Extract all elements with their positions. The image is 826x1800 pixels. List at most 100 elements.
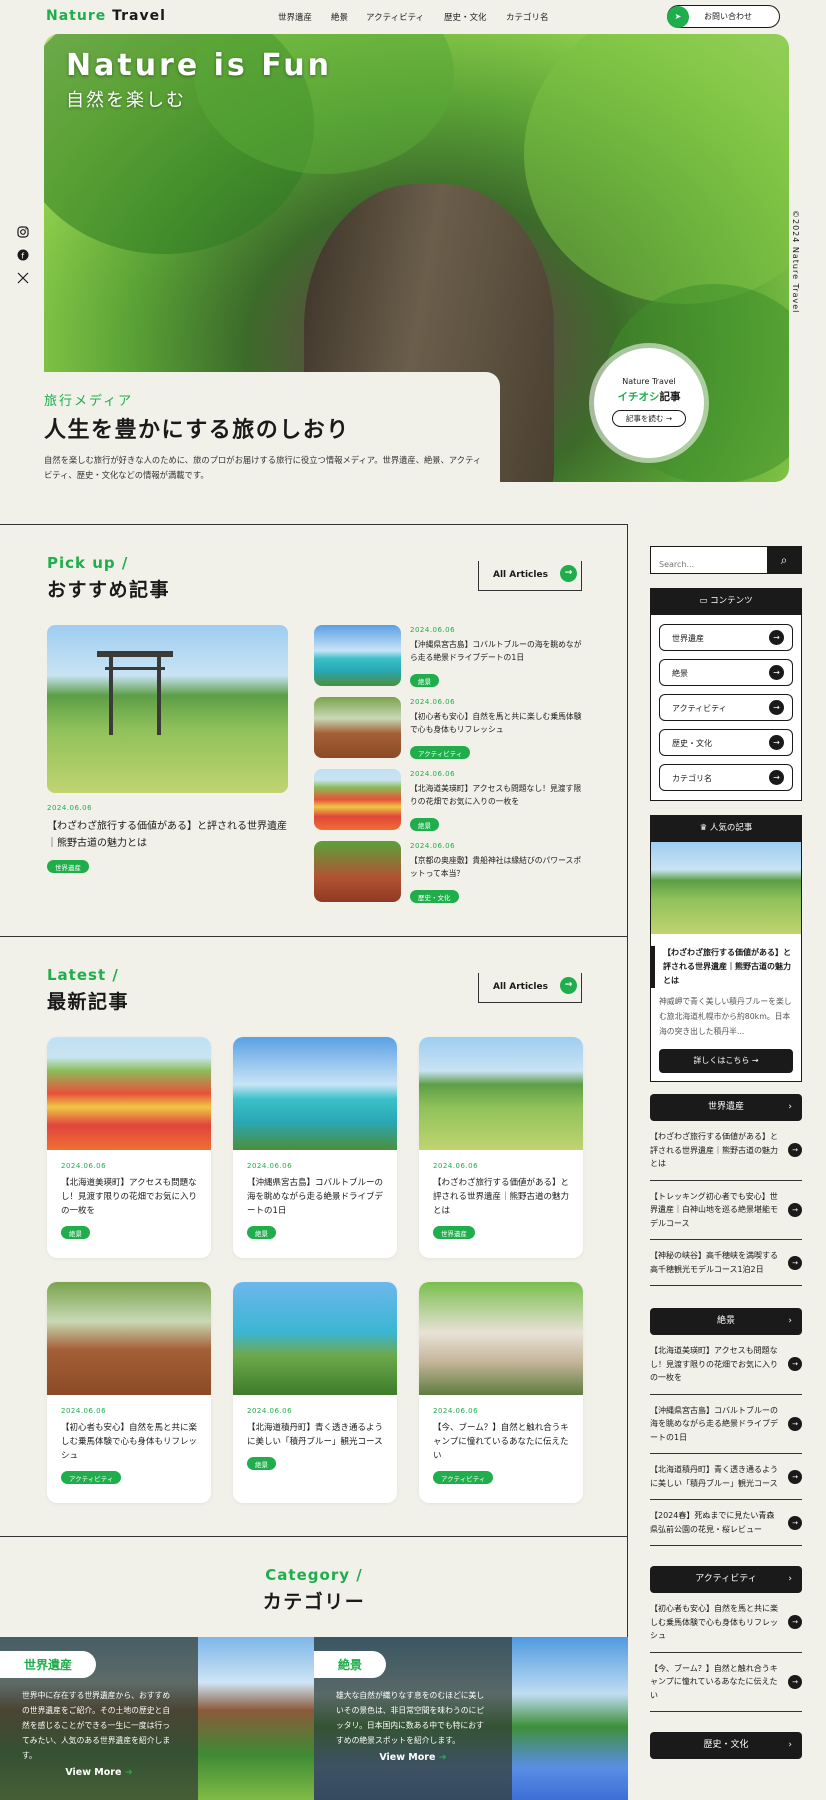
- read-article-label: 記事を読む: [625, 414, 664, 423]
- sidebar-article[interactable]: 【神秘の峡谷】高千穂峡を満喫する高千穂観光モデルコース1泊2日 →: [650, 1240, 802, 1286]
- article-card[interactable]: 2024.06.06 【沖縄県宮古島】コバルトブルーの海を眺めながら走る絶景ドライ…: [233, 1037, 397, 1258]
- pickup-item-image[interactable]: [314, 769, 401, 830]
- category-card-name: 世界遺産: [0, 1651, 97, 1678]
- sidebar-article[interactable]: 【2024春】死ぬまでに見たい青森県弘前公園の花見・桜レビュー →: [650, 1500, 802, 1546]
- sidebar-article-title: 【トレッキング初心者でも安心】世界遺産｜白神山地を巡る絶景堪能モデルコース: [650, 1191, 778, 1228]
- nav-history-culture[interactable]: 歴史・文化: [444, 11, 487, 23]
- article-card-image: [233, 1037, 397, 1150]
- sidebar-article-title: 【わざわざ旅行する価値がある】と評される世界遺産｜熊野古道の魅力とは: [650, 1132, 778, 1168]
- read-article-button[interactable]: 記事を読む →: [612, 410, 686, 427]
- sidebar-article[interactable]: 【初心者も安心】自然を馬と共に楽しむ乗馬体験で心も身体もリフレッシュ →: [650, 1593, 802, 1653]
- pickup-item-title[interactable]: 【北海道美瑛町】アクセスも問題なし！見渡す限りの花畑でお気に入りの一枚を: [410, 782, 582, 808]
- article-card-image: [419, 1037, 583, 1150]
- tag-badge[interactable]: アクティビティ: [433, 1471, 494, 1484]
- article-card[interactable]: 2024.06.06 【わざわざ旅行する価値がある】と評される世界遺産｜熊野古道の…: [419, 1037, 583, 1258]
- featured-article-badge[interactable]: Nature Travel イチオシ記事 記事を読む →: [594, 348, 704, 458]
- pickup-item-title[interactable]: 【京都の奥座敷】貴船神社は縁結びのパワースポットって本当？: [410, 854, 582, 880]
- arrow-right-icon: →: [788, 1143, 802, 1158]
- facebook-icon[interactable]: f: [16, 249, 30, 263]
- tag-badge[interactable]: 世界遺産: [433, 1226, 475, 1239]
- pickup-item-title[interactable]: 【沖縄県宮古島】コバルトブルーの海を眺めながら走る絶景ドライブデートの1日: [410, 638, 582, 664]
- contents-item[interactable]: アクティビティ →: [659, 694, 793, 721]
- x-twitter-icon[interactable]: [16, 272, 30, 286]
- contents-item-label: 世界遺産: [672, 634, 704, 643]
- tag-badge[interactable]: 絶景: [247, 1226, 276, 1239]
- tag-badge[interactable]: アクティビティ: [61, 1471, 122, 1484]
- nav-activity[interactable]: アクティビティ: [366, 11, 424, 23]
- view-more-label: View More: [65, 1767, 122, 1778]
- pickup-all-articles-link[interactable]: All Articles →: [478, 561, 582, 591]
- article-card-date: 2024.06.06: [433, 1407, 479, 1415]
- article-card[interactable]: 2024.06.06 【今、ブーム？】自然と触れ合うキャンプに憧れているあなたに伝…: [419, 1282, 583, 1503]
- contents-item[interactable]: カテゴリ名 →: [659, 764, 793, 791]
- contact-label: お問い合わせ: [704, 12, 752, 21]
- category-heading-ja: カテゴリー: [262, 1591, 366, 1613]
- category-list-scenery: 絶景 › 【北海道美瑛町】アクセスも問題なし！見渡す限りの花畑でお気に入りの一枚を…: [650, 1308, 802, 1546]
- category-heading-en: Category /: [265, 1566, 363, 1584]
- category-heading: Category / カテゴリー: [0, 1566, 628, 1614]
- pickup-main-image[interactable]: [47, 625, 288, 793]
- category-card-world-heritage[interactable]: 世界遺産 世界中に存在する世界遺産から、おすすめの世界遺産をご紹介。その土地の歴…: [0, 1637, 314, 1800]
- article-card[interactable]: 2024.06.06 【北海道積丹町】青く透き通るように美しい「積丹ブルー」観光コ…: [233, 1282, 397, 1503]
- tag-badge[interactable]: 絶景: [61, 1226, 90, 1239]
- latest-all-articles-link[interactable]: All Articles →: [478, 973, 582, 1003]
- tag-badge[interactable]: アクティビティ: [410, 746, 471, 759]
- sidebar-article[interactable]: 【沖縄県宮古島】コバルトブルーの海を眺めながら走る絶景ドライブデートの1日 →: [650, 1395, 802, 1454]
- arrow-right-icon: →: [788, 1674, 802, 1689]
- contents-item-label: 絶景: [672, 669, 688, 678]
- arrow-right-icon: →: [788, 1255, 802, 1270]
- view-more-link[interactable]: View More ➜: [314, 1752, 512, 1763]
- category-card-scenery[interactable]: 絶景 雄大な自然が織りなす息をのむほどに美しいその景色は、非日常空間を味わうのに…: [314, 1637, 628, 1800]
- tag-badge[interactable]: 歴史・文化: [410, 890, 459, 903]
- pickup-item-title[interactable]: 【初心者も安心】自然を馬と共に楽しむ乗馬体験で心も身体もリフレッシュ: [410, 710, 582, 736]
- contact-button[interactable]: ➤ お問い合わせ: [667, 5, 780, 28]
- pickup-item-image[interactable]: [314, 697, 401, 758]
- site-logo[interactable]: Nature Travel: [46, 8, 166, 24]
- popular-box: ♛ 人気の記事 【わざわざ旅行する価値がある】と評される世界遺産｜熊野古道の魅力…: [650, 815, 802, 1082]
- contents-item[interactable]: 世界遺産 →: [659, 624, 793, 651]
- tag-badge[interactable]: 絶景: [410, 818, 439, 831]
- category-bar[interactable]: 絶景 ›: [650, 1308, 802, 1335]
- sidebar-article-title: 【北海道積丹町】青く透き通るように美しい「積丹ブルー」観光コース: [650, 1465, 778, 1488]
- popular-article-title[interactable]: 【わざわざ旅行する価値がある】と評される世界遺産｜熊野古道の魅力とは: [651, 946, 793, 988]
- nav-category[interactable]: カテゴリ名: [506, 11, 549, 23]
- category-bar[interactable]: 世界遺産 ›: [650, 1094, 802, 1121]
- popular-article-image[interactable]: [651, 842, 801, 934]
- view-more-link[interactable]: View More ➜: [0, 1767, 198, 1778]
- nav-scenery[interactable]: 絶景: [331, 11, 348, 23]
- all-articles-label: All Articles: [493, 570, 548, 580]
- popular-details-button[interactable]: 詳しくはこちら →: [659, 1049, 793, 1073]
- tag-badge[interactable]: 絶景: [247, 1457, 276, 1470]
- sidebar-article[interactable]: 【北海道積丹町】青く透き通るように美しい「積丹ブルー」観光コース →: [650, 1454, 802, 1500]
- svg-text:f: f: [21, 252, 24, 261]
- pickup-item-image[interactable]: [314, 625, 401, 686]
- sidebar-article[interactable]: 【わざわざ旅行する価値がある】と評される世界遺産｜熊野古道の魅力とは →: [650, 1121, 802, 1181]
- search-button[interactable]: ⌕: [767, 547, 801, 573]
- category-list-history-culture: 歴史・文化 ›: [650, 1732, 802, 1759]
- sidebar-article[interactable]: 【トレッキング初心者でも安心】世界遺産｜白神山地を巡る絶景堪能モデルコース →: [650, 1181, 802, 1240]
- article-card-date: 2024.06.06: [247, 1407, 293, 1415]
- copyright-vertical: ©2024 Nature Travel: [791, 210, 800, 314]
- search-input[interactable]: [651, 547, 767, 573]
- sidebar-article-title: 【北海道美瑛町】アクセスも問題なし！見渡す限りの花畑でお気に入りの一枚を: [650, 1346, 778, 1382]
- tag-badge[interactable]: 世界遺産: [47, 860, 89, 873]
- pickup-main-title[interactable]: 【わざわざ旅行する価値がある】と評される世界遺産｜熊野古道の魅力とは: [47, 818, 292, 852]
- pickup-item-image[interactable]: [314, 841, 401, 902]
- nav-world-heritage[interactable]: 世界遺産: [278, 11, 312, 23]
- arrow-right-icon: →: [788, 1469, 802, 1484]
- sidebar-article[interactable]: 【北海道美瑛町】アクセスも問題なし！見渡す限りの花畑でお気に入りの一枚を →: [650, 1335, 802, 1395]
- category-bar[interactable]: 歴史・文化 ›: [650, 1732, 802, 1759]
- category-bar[interactable]: アクティビティ ›: [650, 1566, 802, 1593]
- sidebar-article[interactable]: 【今、ブーム？】自然と触れ合うキャンプに憧れているあなたに伝えたい →: [650, 1653, 802, 1712]
- contents-item[interactable]: 絶景 →: [659, 659, 793, 686]
- article-card[interactable]: 2024.06.06 【初心者も安心】自然を馬と共に楽しむ乗馬体験で心も身体もリフ…: [47, 1282, 211, 1503]
- pickup-item-date: 2024.06.06: [410, 770, 456, 778]
- tag-badge[interactable]: 絶景: [410, 674, 439, 687]
- contents-item[interactable]: 歴史・文化 →: [659, 729, 793, 756]
- arrow-right-icon: →: [788, 1615, 802, 1630]
- all-articles-label: All Articles: [493, 982, 548, 992]
- featured-word: 記事: [659, 391, 681, 403]
- article-card[interactable]: 2024.06.06 【北海道美瑛町】アクセスも問題なし！見渡す限りの花畑でお気に…: [47, 1037, 211, 1258]
- category-bar-label: 歴史・文化: [703, 1740, 749, 1750]
- instagram-icon[interactable]: [16, 226, 30, 240]
